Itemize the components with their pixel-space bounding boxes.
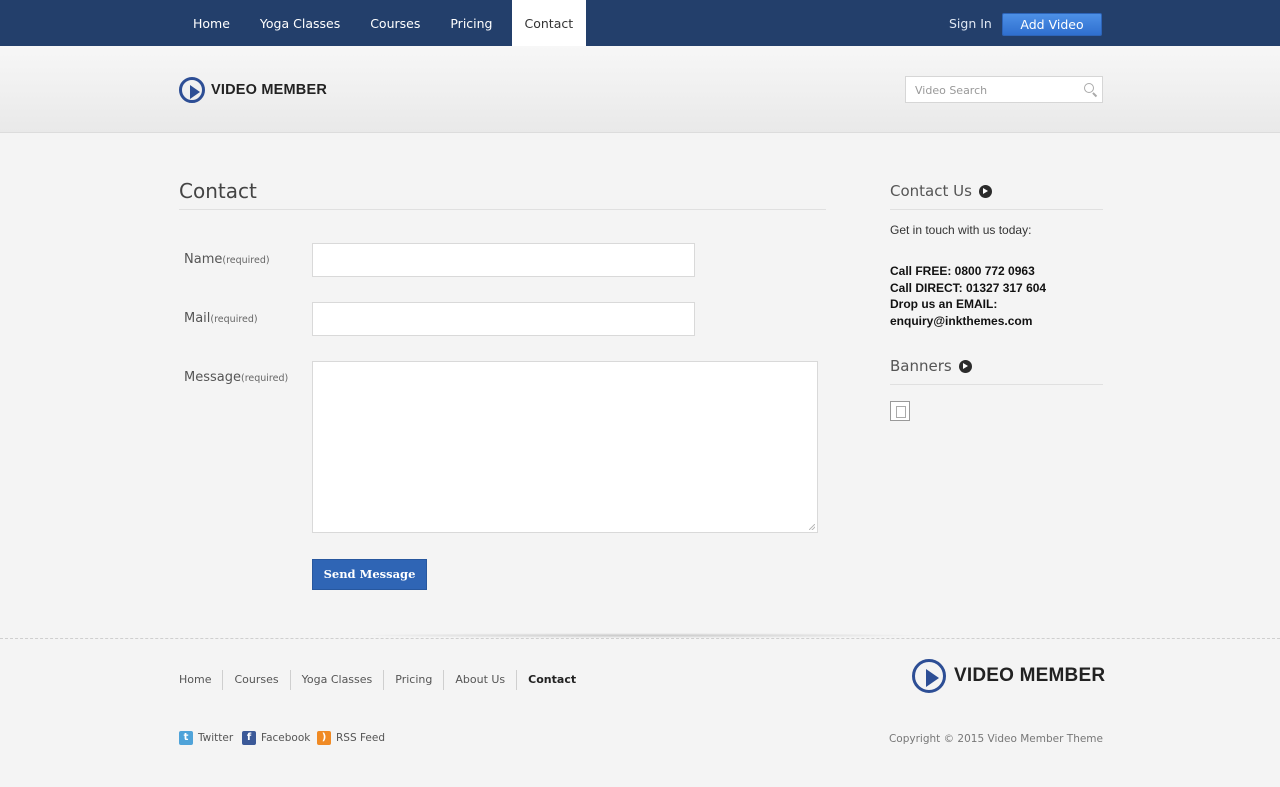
video-search[interactable]: Video Search (905, 76, 1103, 103)
broken-image-icon[interactable] (890, 401, 910, 421)
required-hint: (required) (210, 314, 258, 325)
site-logo[interactable]: VIDEO MEMBER (179, 77, 327, 103)
drop-email: Drop us an EMAIL: (890, 297, 998, 311)
top-navbar: Home Yoga Classes Courses Pricing Contac… (0, 0, 1280, 46)
footer-nav: Home Courses Yoga Classes Pricing About … (179, 670, 587, 690)
social-twitter[interactable]: t Twitter (179, 731, 233, 745)
footer-nav-about-us[interactable]: About Us (443, 670, 516, 690)
social-facebook[interactable]: f Facebook (242, 731, 310, 745)
play-circle-icon (179, 77, 205, 103)
call-free: Call FREE: 0800 772 0963 (890, 264, 1035, 278)
title-divider (179, 209, 826, 210)
name-field[interactable] (312, 243, 695, 277)
footer-nav-courses[interactable]: Courses (222, 670, 289, 690)
name-label: Name(required) (184, 252, 270, 267)
required-hint: (required) (240, 373, 289, 384)
rss-icon: ) (317, 731, 331, 745)
search-icon[interactable] (1084, 83, 1094, 93)
footer-divider (0, 638, 1280, 639)
page-title: Contact (179, 179, 257, 203)
nav-yoga-classes[interactable]: Yoga Classes (245, 0, 355, 46)
footer-nav-home[interactable]: Home (179, 670, 222, 690)
send-message-button[interactable]: Send Message (312, 559, 427, 590)
nav-home[interactable]: Home (178, 0, 245, 46)
arrow-right-circle-icon (978, 184, 992, 198)
mail-label: Mail(required) (184, 311, 258, 326)
contact-details: Call FREE: 0800 772 0963 Call DIRECT: 01… (890, 263, 1046, 329)
facebook-icon: f (242, 731, 256, 745)
contact-intro: Get in touch with us today: (890, 223, 1032, 237)
sidebar-divider (890, 384, 1103, 385)
banners-heading: Banners (890, 357, 972, 375)
nav-contact[interactable]: Contact (511, 0, 587, 46)
arrow-right-circle-icon (958, 359, 972, 373)
footer-nav-contact[interactable]: Contact (516, 670, 587, 690)
add-video-button[interactable]: Add Video (1002, 13, 1102, 36)
sidebar-divider (890, 209, 1103, 210)
copyright-text: Copyright © 2015 Video Member Theme (888, 733, 1103, 745)
call-direct: Call DIRECT: 01327 317 604 (890, 280, 1047, 295)
sign-in-link[interactable]: Sign In (949, 0, 992, 46)
nav-courses[interactable]: Courses (355, 0, 435, 46)
message-label: Message(required) (184, 370, 289, 385)
main-nav: Home Yoga Classes Courses Pricing Contac… (178, 0, 587, 46)
social-rss[interactable]: ) RSS Feed (317, 731, 385, 745)
required-hint: (required) (222, 255, 270, 266)
nav-pricing[interactable]: Pricing (435, 0, 507, 46)
footer-nav-yoga-classes[interactable]: Yoga Classes (289, 670, 384, 690)
mail-field[interactable] (312, 302, 695, 336)
footer-nav-pricing[interactable]: Pricing (383, 670, 443, 690)
footer-logo[interactable]: VIDEO MEMBER (912, 659, 1105, 693)
contact-email[interactable]: enquiry@inkthemes.com (890, 313, 1046, 330)
twitter-icon: t (179, 731, 193, 745)
brand-name: VIDEO MEMBER (954, 665, 1106, 686)
brand-name: VIDEO MEMBER (211, 82, 327, 98)
contact-us-heading: Contact Us (890, 182, 992, 200)
play-circle-icon (912, 659, 946, 693)
message-textarea[interactable] (312, 361, 818, 533)
search-input[interactable]: Video Search (915, 84, 987, 97)
resize-grip-icon[interactable] (809, 524, 815, 530)
